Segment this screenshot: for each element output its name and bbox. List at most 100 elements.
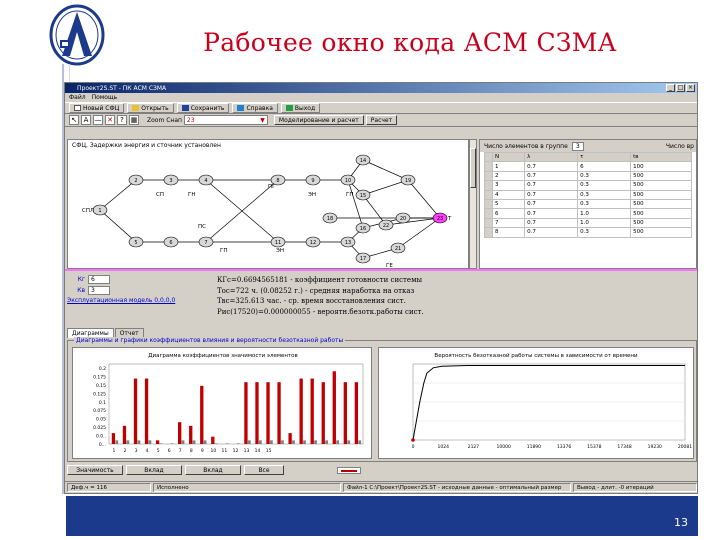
x-tick-label: 1024 xyxy=(437,444,449,450)
logo-icon xyxy=(49,4,105,66)
bar xyxy=(133,378,138,444)
bar xyxy=(170,443,174,444)
graph-edge xyxy=(99,209,137,243)
x-tick-label: 7 xyxy=(179,448,182,454)
table-row[interactable]: 4 0.7 0.3 500 xyxy=(484,189,692,200)
main-toolbar: Новый СФЦ Открыть Сохранить Справка Выхо… xyxy=(65,102,697,114)
minimize-icon[interactable]: _ xyxy=(666,84,675,92)
node-combo[interactable]: 23 ▼ xyxy=(183,115,268,125)
table-row[interactable]: 6 0.7 1.0 500 xyxy=(484,208,692,219)
col-header: λ xyxy=(524,151,579,163)
y-tick-label: 0.125 xyxy=(93,391,106,397)
splitter[interactable] xyxy=(65,269,697,271)
graph-canvas[interactable]: СФЦ, Задержки энергия и сточник установл… xyxy=(67,139,469,269)
legend-swatch xyxy=(337,466,361,474)
maximize-icon[interactable]: □ xyxy=(676,84,685,92)
bar xyxy=(115,440,119,444)
delete-tool-icon[interactable]: ✕ xyxy=(105,115,115,125)
status-cell: Деф.ч = 116 xyxy=(67,483,151,492)
table-row[interactable]: 1 0.7 6 100 xyxy=(484,161,692,172)
table-row[interactable]: 7 0.7 1.0 500 xyxy=(484,217,692,229)
graph-node-label: 18 xyxy=(327,216,333,222)
bar xyxy=(255,382,259,444)
table-row[interactable]: 8 0.7 0.3 500 xyxy=(484,227,692,238)
grid-tool-icon[interactable]: ▦ xyxy=(129,115,139,125)
bar xyxy=(354,382,359,444)
menu-help[interactable]: Помощь xyxy=(92,94,118,101)
y-tick-label: 0.2 xyxy=(99,366,106,372)
line-chart: Вероятность безотказной работы системы в… xyxy=(411,352,692,450)
x-tick-label: 2 xyxy=(124,448,127,454)
group-count-spinner[interactable]: 3 xyxy=(571,141,584,151)
line-tool-icon[interactable]: — xyxy=(93,115,103,125)
pointer-tool-icon[interactable]: ↖ xyxy=(69,115,79,125)
close-icon[interactable]: × xyxy=(686,84,695,92)
param1-input[interactable]: 6 xyxy=(88,275,110,284)
query-tool-icon[interactable]: ? xyxy=(117,115,127,125)
exit-button-label: Выход xyxy=(294,104,316,112)
bar xyxy=(178,422,182,444)
scroll-thumb[interactable] xyxy=(470,148,476,188)
calc-button[interactable]: Расчет xyxy=(365,115,398,125)
bar xyxy=(137,440,141,444)
combo-label: Zoom Cнап xyxy=(147,116,182,124)
bar xyxy=(277,382,281,444)
table-row[interactable]: 5 0.7 0.3 500 xyxy=(484,198,692,210)
graph-scrollbar[interactable] xyxy=(469,139,477,269)
save-button-label: Сохранить xyxy=(190,104,225,112)
table-header-label: Число элементов в группе xyxy=(484,142,568,150)
table-row[interactable]: 2 0.7 0.3 500 xyxy=(484,170,692,182)
graph-element-label: ГП xyxy=(220,248,228,254)
folder-open-icon xyxy=(132,105,140,111)
exit-button[interactable]: Выход xyxy=(280,103,321,113)
result-line: КГс=0.6694565181 - коэффициент готовност… xyxy=(217,276,423,284)
y-tick-label: 0... xyxy=(99,442,106,448)
save-button[interactable]: Сохранить xyxy=(176,103,230,113)
element-table[interactable]: N λ τ tв 1 0.7 6 100 2 0.7 0.3 500 3 0.7 0.3 500 … xyxy=(484,151,692,238)
all-button[interactable]: Все xyxy=(244,465,284,475)
contribution-button[interactable]: Вклад xyxy=(126,465,182,475)
bar xyxy=(181,440,185,444)
x-tick-label: 3 xyxy=(135,448,138,454)
bar xyxy=(225,443,229,444)
bar xyxy=(189,425,193,444)
x-tick-label: 8 xyxy=(190,448,193,454)
bar xyxy=(258,440,262,444)
bar xyxy=(288,433,292,444)
status-cell: Файл-1 C:\Проект\Проект2S.ST - исходные … xyxy=(343,483,571,492)
graph-node-label: 7 xyxy=(204,240,207,246)
bar xyxy=(266,382,270,444)
y-tick-label: 0.025 xyxy=(93,425,106,431)
open-button-label: Открыть xyxy=(141,104,169,112)
new-button[interactable]: Новый СФЦ xyxy=(69,103,125,113)
contribution2-button[interactable]: Вклад xyxy=(185,465,241,475)
param1-label: Кг xyxy=(77,276,85,283)
graph-node-label: 9 xyxy=(311,178,314,184)
graph-element-label: СП xyxy=(156,192,164,198)
x-tick-label: 20081 xyxy=(678,444,692,450)
open-button[interactable]: Открыть xyxy=(127,103,174,113)
menu-file[interactable]: Файл xyxy=(69,94,86,101)
bar xyxy=(192,440,196,444)
y-tick-label: 0.1 xyxy=(99,400,106,406)
group-label: Диаграммы и графики коэффициентов влияни… xyxy=(74,337,346,344)
model-link[interactable]: Эксплуатационная модель 0,0,0,0 xyxy=(67,297,175,304)
text-tool-icon[interactable]: A xyxy=(81,115,91,125)
graph-node-label: 8 xyxy=(276,178,279,184)
col-header: N xyxy=(491,151,526,163)
element-table-pane: Число элементов в группе 3 Число вр N λ … xyxy=(479,139,697,269)
modeling-button[interactable]: Моделирование и расчет xyxy=(273,115,364,125)
x-tick-label: 13376 xyxy=(557,444,571,450)
param2-label: Кв xyxy=(77,287,85,294)
help-button[interactable]: Справка xyxy=(232,103,278,113)
table-row[interactable]: 3 0.7 0.3 500 xyxy=(484,180,692,191)
chevron-down-icon: ▼ xyxy=(260,116,265,124)
graph-node-label: 19 xyxy=(405,178,411,184)
x-tick-label: 14 xyxy=(255,448,261,454)
result-line: Рис(17520)=0.000000055 - вероятн.безотк.… xyxy=(217,307,424,316)
param2-input[interactable]: 3 xyxy=(88,286,110,295)
significance-button[interactable]: Значимость xyxy=(67,465,123,475)
bar xyxy=(358,440,362,444)
graph-node-label: 2 xyxy=(134,178,137,184)
x-tick-label: 15378 xyxy=(587,444,601,450)
